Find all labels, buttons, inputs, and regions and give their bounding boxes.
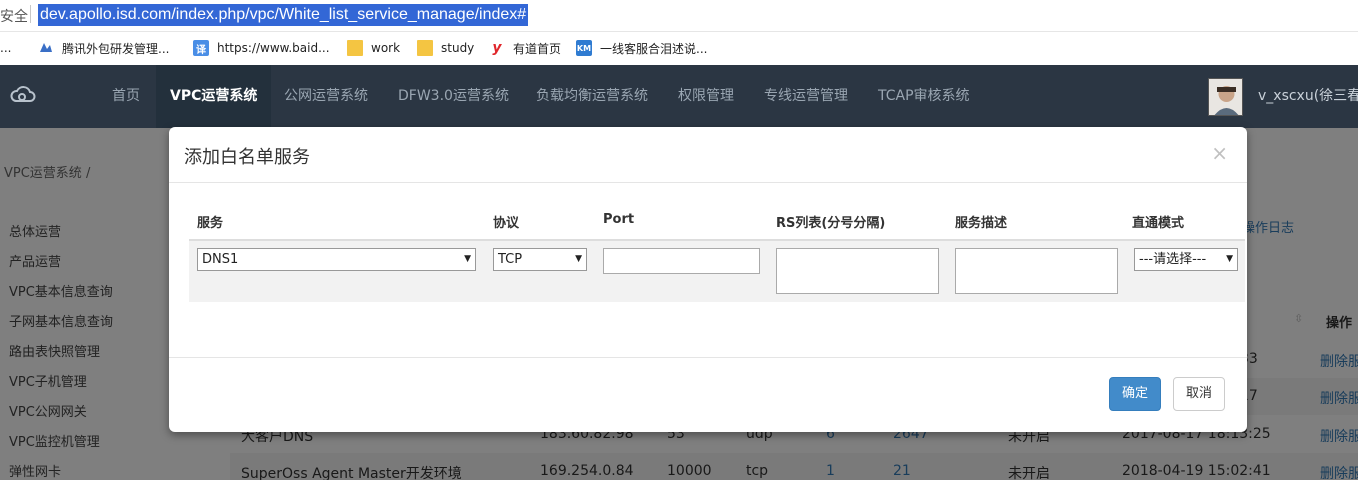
bookmark-baidu[interactable]: 译 https://www.baid... bbox=[193, 38, 330, 58]
confirm-button[interactable]: 确定 bbox=[1109, 377, 1162, 411]
cancel-button[interactable]: 取消 bbox=[1173, 377, 1226, 411]
nav-dfw[interactable]: DFW3.0运营系统 bbox=[384, 65, 523, 128]
header-rs-list: RS列表(分号分隔) bbox=[776, 216, 886, 231]
dialog-title: 添加白名单服务 bbox=[184, 147, 310, 168]
security-label: 安全 bbox=[0, 9, 28, 25]
direct-mode-select-value: ---请选择--- bbox=[1139, 252, 1207, 267]
bookmarks-bar: ... 腾讯外包研发管理... 译 https://www.baid... wo… bbox=[0, 33, 1358, 63]
dropdown-arrow-icon: ▼ bbox=[1226, 254, 1233, 264]
bookmark-km[interactable]: KM 一线客服合泪述说... bbox=[576, 38, 707, 58]
bookmark-label: study bbox=[441, 41, 475, 55]
translate-icon: 译 bbox=[193, 40, 209, 56]
description-textarea[interactable] bbox=[955, 248, 1118, 294]
tencent-icon bbox=[38, 40, 54, 56]
bookmark-work[interactable]: work bbox=[347, 38, 400, 58]
top-navigation: 首页 VPC运营系统 公网运营系统 DFW3.0运营系统 负载均衡运营系统 权限… bbox=[0, 65, 1358, 128]
nav-home[interactable]: 首页 bbox=[98, 65, 154, 128]
bookmark-label: work bbox=[371, 41, 401, 55]
service-select-value: DNS1 bbox=[202, 252, 239, 267]
dropdown-arrow-icon: ▼ bbox=[575, 254, 582, 264]
bookmark-label: 有道首页 bbox=[513, 41, 562, 56]
nav-tcap[interactable]: TCAP审核系统 bbox=[864, 65, 984, 128]
folder-icon bbox=[417, 40, 433, 56]
browser-address-bar: 安全 dev.apollo.isd.com/index.php/vpc/Whit… bbox=[0, 0, 1358, 32]
header-description: 服务描述 bbox=[955, 216, 1008, 231]
header-port: Port bbox=[603, 212, 635, 227]
header-service: 服务 bbox=[197, 216, 224, 231]
nav-vpc[interactable]: VPC运营系统 bbox=[156, 65, 272, 128]
bookmark-label: 腾讯外包研发管理... bbox=[62, 41, 170, 56]
direct-mode-select[interactable]: ---请选择--- ▼ bbox=[1134, 248, 1238, 271]
cloud-logo-icon[interactable] bbox=[10, 83, 36, 109]
km-icon: KM bbox=[576, 40, 592, 56]
nav-public-network[interactable]: 公网运营系统 bbox=[270, 65, 382, 128]
bookmark-study[interactable]: study bbox=[417, 38, 474, 58]
header-protocol: 协议 bbox=[493, 216, 520, 231]
protocol-select-value: TCP bbox=[498, 252, 523, 267]
bookmark-youdao[interactable]: y 有道首页 bbox=[489, 38, 561, 58]
header-divider bbox=[169, 182, 1247, 183]
username[interactable]: v_xscxu(徐三春) bbox=[1258, 65, 1358, 128]
bookmark-tencent[interactable]: 腾讯外包研发管理... bbox=[38, 38, 169, 58]
bookmark-label: https://www.baid... bbox=[217, 41, 330, 55]
close-icon[interactable]: × bbox=[1211, 141, 1228, 165]
header-direct-mode: 直通模式 bbox=[1132, 216, 1185, 231]
port-input[interactable] bbox=[603, 248, 760, 274]
protocol-select[interactable]: TCP ▼ bbox=[493, 248, 587, 271]
nav-dedicated-line[interactable]: 专线运营管理 bbox=[750, 65, 862, 128]
url-field[interactable]: dev.apollo.isd.com/index.php/vpc/White_l… bbox=[38, 4, 529, 26]
bookmark-truncated[interactable]: ... bbox=[0, 38, 11, 58]
footer-divider bbox=[169, 357, 1247, 358]
bookmark-label: ... bbox=[0, 41, 12, 55]
folder-icon bbox=[347, 40, 363, 56]
avatar[interactable] bbox=[1208, 78, 1243, 116]
dropdown-arrow-icon: ▼ bbox=[464, 254, 471, 264]
add-whitelist-service-dialog: 添加白名单服务 × 服务 协议 Port RS列表(分号分隔) 服务描述 直通模… bbox=[169, 127, 1247, 432]
youdao-icon: y bbox=[492, 40, 502, 56]
service-select[interactable]: DNS1 ▼ bbox=[197, 248, 476, 271]
rs-list-textarea[interactable] bbox=[776, 248, 939, 294]
bookmark-label: 一线客服合泪述说... bbox=[600, 41, 708, 56]
nav-load-balancer[interactable]: 负载均衡运营系统 bbox=[522, 65, 662, 128]
service-form-row: DNS1 ▼ TCP ▼ ---请选择--- ▼ bbox=[189, 239, 1245, 302]
address-separator bbox=[30, 5, 31, 23]
nav-permissions[interactable]: 权限管理 bbox=[664, 65, 748, 128]
